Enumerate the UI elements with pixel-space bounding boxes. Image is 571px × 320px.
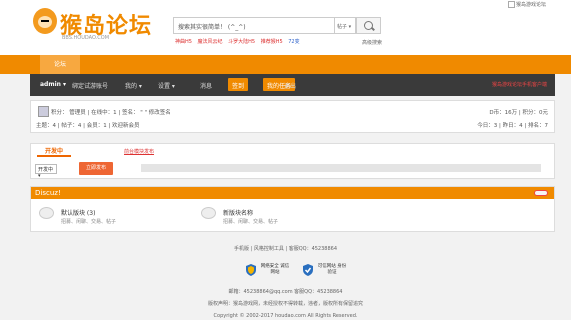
mobile-client-link[interactable]: 猴岛游戏论坛手机客户端 [492,81,547,88]
dev-panel: 开发中 前台模块发布 开发中 ▾ 立即发布 [30,143,555,179]
footer-contact: 邮箱：45238864@qq.com 客服QQ：45238864 [228,289,343,295]
main-nav-bar [0,55,571,74]
tab-dev[interactable]: 开发中 [37,146,71,157]
publish-button[interactable]: 立即发布 [79,162,113,175]
publish-module-link[interactable]: 前台模块发布 [124,148,154,155]
toolbar-item-mine[interactable]: 我的 ▾ [125,81,142,90]
stats-row-2: 主题：4 | 帖子：4 | 会员：1 | 欢迎新会员 [36,123,140,129]
user-menu[interactable]: admin ▾ [40,81,66,88]
stats-row-1-right: D币：16万 | 积分：0元 [489,110,548,116]
section-title[interactable]: Discuz! [31,187,71,199]
hot-link[interactable]: 72变 [288,39,299,45]
forum-bubble-icon [201,207,216,219]
top-right-banner[interactable]: 猴岛游戏论坛 [508,1,546,8]
blurred-content [141,164,541,172]
forum-sublinks[interactable]: 招募、闲聊、交易、帖子 [61,218,116,225]
forum-name[interactable]: 新版块名称 [223,208,253,217]
footer-copyright: Copyright © 2002-2017 houdao.com All Rig… [213,313,358,319]
hot-link[interactable]: 推荐猴H5 [261,39,283,45]
search-button[interactable] [356,17,381,34]
forum-bubble-icon [39,207,54,219]
toolbar-item-settings[interactable]: 设置 ▾ [158,81,175,90]
hot-link[interactable]: 神曲H5 [175,39,192,45]
logo-mascot-icon[interactable] [33,8,57,34]
toolbar-item-bind[interactable]: 绑定试游账号 [72,81,108,90]
advanced-search-link[interactable]: 高级搜索 [362,39,382,46]
status-select[interactable]: 开发中 ▾ [35,164,57,179]
collapse-toggle-icon[interactable] [534,190,548,196]
toolbar-item-messages[interactable]: 消息 [200,81,212,90]
exit-link[interactable]: 退出 [284,81,296,90]
avatar[interactable] [38,106,49,117]
forum-section: Discuz! 默认版块 (3) 招募、闲聊、交易、帖子 新版块名称 招募、闲聊… [30,186,555,232]
hot-link[interactable]: 斗罗大陆H5 [228,39,255,45]
forum-sublinks[interactable]: 招募、闲聊、交易、帖子 [223,218,278,225]
verified-icon [302,264,314,276]
forum-name[interactable]: 默认版块 (3) [61,208,95,217]
checkin-badge[interactable]: 签到 [228,78,249,91]
trust-badge-2[interactable]: 可信网站 身份验证 [317,264,347,276]
user-toolbar: admin ▾ 绑定试游账号 我的 ▾ 设置 ▾ 消息 签到 我的任务 退出 猴… [30,74,555,96]
section-header-bar [31,187,554,199]
search-input[interactable]: 搜索其实很简单！ (^_^) [173,17,335,34]
search-type-select[interactable]: 帖子 ▾ [334,17,356,34]
logo-url: BBS.HOUDAO.COM [62,35,110,41]
user-stats-panel: 积分： 管理员 | 在线中：1 | 签名： " " 修改签名 主题：4 | 帖子… [30,100,555,133]
hot-link[interactable]: 魔法风云纪 [198,39,223,45]
tab-forum[interactable]: 论坛 [40,55,80,74]
footer-rights: 版权声明：猴岛游戏网，未经授权不得转载，违者，版权所有保留追究 [207,301,363,307]
shield-icon [245,264,257,276]
stats-row-1: 积分： 管理员 | 在线中：1 | 签名： " " 修改签名 [51,110,171,116]
trust-badge-1[interactable]: 网络安全 诚信网站 [260,264,290,276]
hot-links: 神曲H5 魔法风云纪 斗罗大陆H5 推荐猴H5 72变 [175,38,304,45]
stats-row-2-right: 今日：3 | 昨日：4 | 排名：7 [477,123,548,129]
footer-links[interactable]: 手机版 | 风格控制工具 | 客服QQ：45238864 [0,245,571,252]
site-footer: 手机版 | 风格控制工具 | 客服QQ：45238864 网络安全 诚信网站 可… [0,240,571,320]
